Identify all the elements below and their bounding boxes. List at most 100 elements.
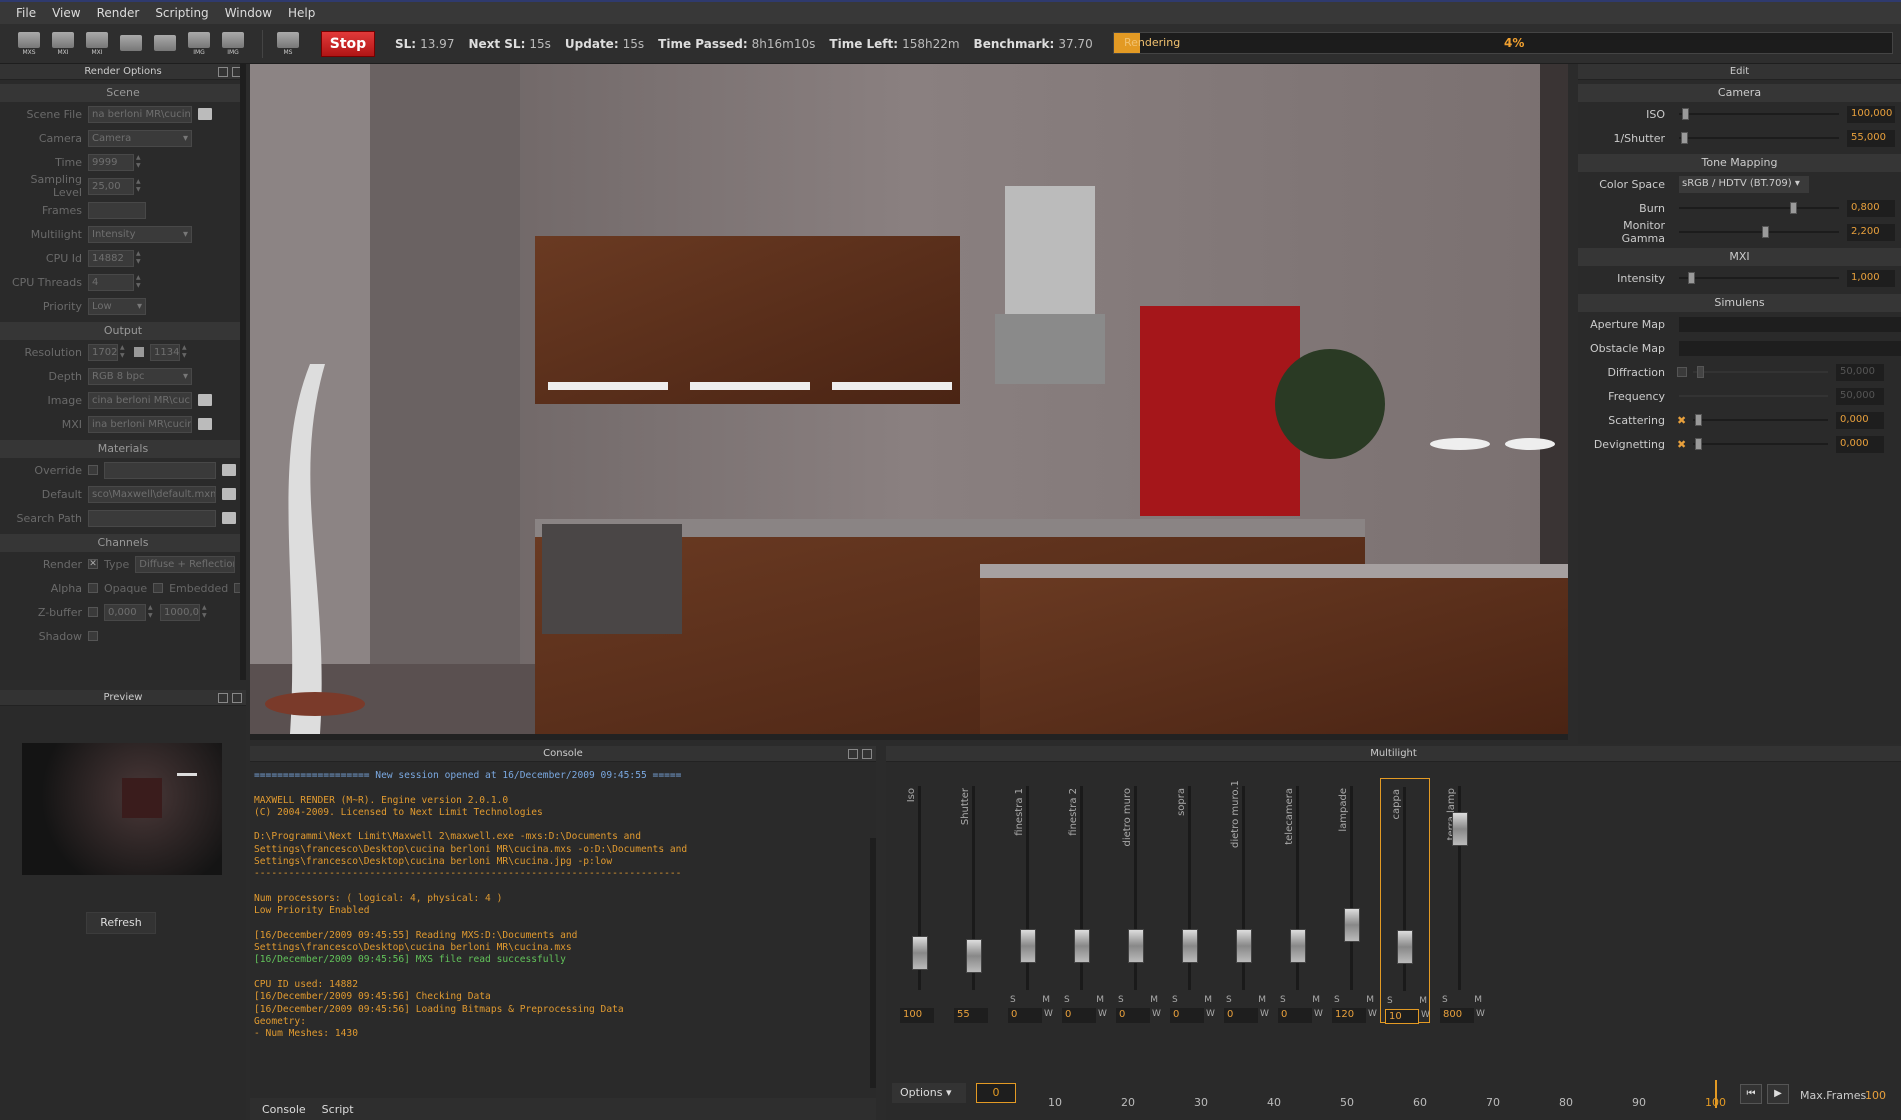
slider-thumb[interactable] [1695, 438, 1702, 450]
folder-icon[interactable] [222, 512, 236, 524]
strip-fader-knob[interactable] [966, 939, 982, 973]
menu-view[interactable]: View [44, 6, 88, 20]
folder-icon[interactable] [198, 108, 212, 120]
iso-value[interactable]: 100,000 [1847, 105, 1895, 123]
open-mxs-icon[interactable]: MXS [14, 29, 44, 59]
frequency-value[interactable]: 50,000 [1836, 387, 1884, 405]
solo-button[interactable]: S [1280, 995, 1286, 1005]
solo-button[interactable]: S [1064, 995, 1070, 1005]
lock-icon[interactable] [134, 347, 144, 357]
play-icon[interactable]: ▶ [1767, 1084, 1789, 1104]
burn-slider[interactable] [1679, 202, 1839, 214]
folder-icon[interactable] [222, 464, 236, 476]
float-panel-icon[interactable] [848, 749, 858, 759]
option-input[interactable]: RGB 8 bpc ▾ [88, 367, 192, 385]
tab-console[interactable]: Console [262, 1103, 306, 1116]
slider-thumb[interactable] [1695, 414, 1702, 426]
zbuffer-min-input[interactable]: 0,000 [104, 603, 146, 621]
aperture-map-input[interactable] [1679, 316, 1901, 332]
option-input[interactable]: cina berloni MR\cucina.jpg [88, 391, 192, 409]
devignetting-value[interactable]: 0,000 [1836, 435, 1884, 453]
viewport-scrollbar[interactable] [250, 734, 1568, 740]
refresh-button[interactable]: Refresh [86, 912, 156, 934]
slider-thumb[interactable] [1697, 366, 1704, 378]
option-input[interactable] [88, 201, 146, 219]
rewind-icon[interactable]: ⏮ [1740, 1084, 1762, 1104]
solo-button[interactable]: S [1118, 995, 1124, 1005]
shutter-value[interactable]: 55,000 [1847, 129, 1895, 147]
strip-fader-knob[interactable] [1128, 928, 1144, 963]
strip-value-input[interactable]: 0 [1062, 1008, 1096, 1023]
max-frames-value[interactable]: 100 [1865, 1089, 1886, 1102]
slider-thumb[interactable] [1761, 226, 1769, 238]
mute-button[interactable]: M [1474, 995, 1482, 1005]
strip-value-input[interactable]: 0 [1278, 1008, 1312, 1023]
save-mxi-icon[interactable]: MXI [48, 29, 78, 59]
timeline-playhead[interactable] [1715, 1080, 1717, 1108]
scattering-checkbox[interactable]: ✖ [1677, 414, 1687, 427]
spin-icon[interactable]: ▲ ▼ [136, 250, 144, 266]
strip-fader-knob[interactable] [1236, 928, 1252, 963]
spin-icon[interactable]: ▲ ▼ [136, 274, 144, 290]
frequency-slider[interactable] [1679, 390, 1828, 402]
mute-button[interactable]: M [1096, 995, 1104, 1005]
spin-icon[interactable]: ▲ ▼ [136, 178, 144, 194]
strip-value-input[interactable]: 100 [900, 1008, 934, 1023]
strip-value-input[interactable]: 10 [1385, 1009, 1419, 1024]
slider-thumb[interactable] [1682, 108, 1689, 120]
scattering-slider[interactable] [1693, 414, 1828, 426]
strip-value-input[interactable]: 55 [954, 1008, 988, 1023]
slider-thumb[interactable] [1688, 272, 1695, 284]
spin-icon[interactable]: ▲ ▼ [182, 344, 190, 360]
monitor-gamma-slider[interactable] [1679, 226, 1839, 238]
monitor-gamma-value[interactable]: 2,200 [1847, 223, 1895, 241]
burn-value[interactable]: 0,800 [1847, 199, 1895, 217]
option-input[interactable]: 25,00 [88, 177, 134, 195]
strip-value-input[interactable]: 0 [1008, 1008, 1042, 1023]
option-input[interactable]: 4 [88, 273, 134, 291]
img-icon[interactable]: IMG [218, 29, 248, 59]
strip-fader-knob[interactable] [1020, 928, 1036, 963]
save-icon[interactable] [150, 29, 180, 59]
mute-button[interactable]: M [1419, 996, 1427, 1006]
strip-fader-knob[interactable] [1344, 908, 1360, 943]
zbuffer-max-input[interactable]: 1000,0 [160, 603, 200, 621]
float-panel-icon[interactable] [218, 67, 228, 77]
stop-button[interactable]: Stop [321, 30, 375, 57]
opaque-checkbox[interactable] [153, 583, 164, 593]
devignetting-slider[interactable] [1693, 438, 1828, 450]
strip-value-input[interactable]: 0 [1224, 1008, 1258, 1023]
strip-fader-knob[interactable] [912, 935, 928, 970]
menu-file[interactable]: File [8, 6, 44, 20]
option-input[interactable]: na berloni MR\cucina.mxs [88, 105, 192, 123]
solo-button[interactable]: S [1226, 995, 1232, 1005]
option-input[interactable]: Camera ▾ [88, 129, 192, 147]
default-material-input[interactable]: sco\Maxwell\default.mxm [88, 485, 216, 503]
type-dropdown[interactable]: Diffuse + Reflection [135, 555, 236, 573]
solo-button[interactable]: S [1334, 995, 1340, 1005]
intensity-value[interactable]: 1,000 [1847, 269, 1895, 287]
render-options-scrollbar[interactable] [240, 64, 246, 680]
mute-button[interactable]: M [1150, 995, 1158, 1005]
menu-help[interactable]: Help [280, 6, 323, 20]
strip-value-input[interactable]: 0 [1170, 1008, 1204, 1023]
grid-icon[interactable] [116, 29, 146, 59]
option-input[interactable]: Intensity ▾ [88, 225, 192, 243]
alpha-checkbox[interactable] [88, 583, 98, 593]
resolution-width-input[interactable]: 1702 [88, 343, 118, 361]
zbuffer-checkbox[interactable] [88, 607, 98, 617]
resolution-height-input[interactable]: 1134 [150, 343, 180, 361]
devignetting-checkbox[interactable]: ✖ [1677, 438, 1687, 451]
float-panel-icon[interactable] [218, 693, 228, 703]
solo-button[interactable]: S [1387, 996, 1393, 1006]
spin-icon[interactable]: ▲ ▼ [136, 154, 144, 170]
scattering-value[interactable]: 0,000 [1836, 411, 1884, 429]
slider-thumb[interactable] [1790, 202, 1797, 214]
spin-icon[interactable]: ▲ ▼ [202, 604, 210, 620]
solo-button[interactable]: S [1442, 995, 1448, 1005]
render-channel-checkbox[interactable]: ✕ [88, 559, 98, 569]
obstacle-map-input[interactable] [1679, 340, 1901, 356]
solo-button[interactable]: S [1172, 995, 1178, 1005]
folder-icon[interactable] [198, 418, 212, 430]
option-input[interactable]: Low ▾ [88, 297, 146, 315]
